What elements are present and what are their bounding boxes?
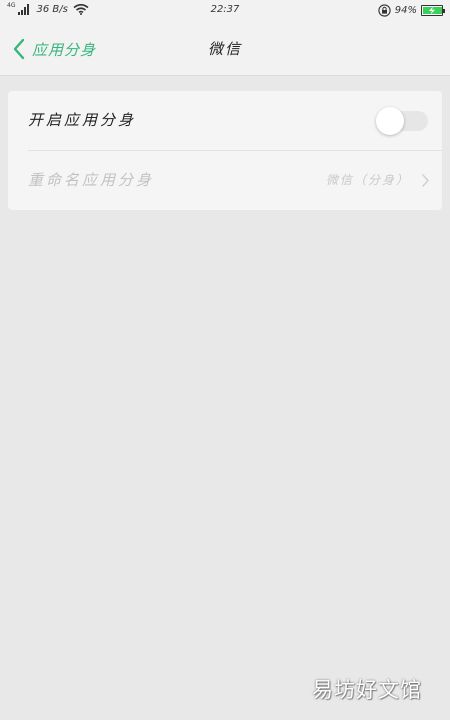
settings-card: 开启应用分身 重命名应用分身 微信（分身） [8,91,442,210]
page-title: 微信 [207,40,242,58]
rotation-lock-icon [378,4,391,17]
enable-clone-label: 开启应用分身 [28,111,137,129]
watermark: 易坊好文馆 [312,678,422,702]
toggle-knob [376,107,404,135]
status-right: 94% [378,4,445,17]
battery-charging-icon [421,5,445,16]
rename-clone-value: 微信（分身） [325,173,410,187]
charging-bolt-icon [429,6,435,15]
rename-clone-label: 重命名应用分身 [28,171,155,189]
rename-clone-row[interactable]: 重命名应用分身 微信（分身） [8,151,442,210]
enable-clone-row[interactable]: 开启应用分身 [8,91,442,150]
battery-percent: 94% [394,4,417,16]
enable-clone-toggle[interactable] [376,107,428,135]
nav-bar: 应用分身 微信 [0,22,450,76]
screen: 4G 36 B/s 22:37 94% 应用分身 微信 开启应用分身 重命名应用… [0,0,450,720]
chevron-right-icon [422,174,429,187]
status-bar: 4G 36 B/s 22:37 94% [0,0,450,22]
